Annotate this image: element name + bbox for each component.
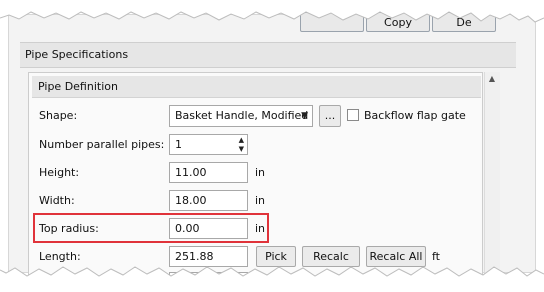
scroll-up-arrow-icon[interactable]: ▲ bbox=[487, 74, 497, 84]
parallel-pipes-value: 1 bbox=[175, 138, 182, 151]
highlight-box bbox=[33, 213, 269, 243]
width-input[interactable]: 18.00 bbox=[169, 190, 248, 211]
parallel-pipes-stepper[interactable]: 1 ▲ ▼ bbox=[169, 134, 248, 155]
torn-edge-top bbox=[0, 0, 544, 23]
width-unit: in bbox=[255, 194, 266, 207]
pipe-definition-header[interactable]: Pipe Definition bbox=[32, 76, 481, 98]
height-input[interactable]: 11.00 bbox=[169, 162, 248, 183]
pipe-definition-title: Pipe Definition bbox=[38, 80, 118, 93]
shape-label: Shape: bbox=[39, 109, 78, 122]
parallel-pipes-label: Number parallel pipes: bbox=[39, 138, 165, 151]
pipe-specifications-header[interactable]: Pipe Specifications bbox=[20, 42, 516, 68]
dropdown-arrow-icon: ▼ bbox=[301, 111, 308, 121]
height-label: Height: bbox=[39, 166, 80, 179]
backflow-flap-gate-label: Backflow flap gate bbox=[364, 109, 466, 122]
backflow-flap-gate-checkbox[interactable] bbox=[347, 109, 359, 121]
shape-browse-button[interactable]: ... bbox=[319, 105, 341, 127]
height-unit: in bbox=[255, 166, 266, 179]
pipe-specifications-title: Pipe Specifications bbox=[25, 48, 129, 61]
shape-select[interactable]: Basket Handle, Modified ▼ bbox=[169, 105, 313, 127]
shape-value: Basket Handle, Modified bbox=[175, 109, 309, 122]
torn-edge-bottom bbox=[0, 266, 544, 292]
vertical-scrollbar[interactable] bbox=[484, 72, 500, 282]
width-label: Width: bbox=[39, 194, 75, 207]
spin-up-icon[interactable]: ▲ bbox=[239, 136, 244, 144]
spin-down-icon[interactable]: ▼ bbox=[239, 145, 244, 153]
